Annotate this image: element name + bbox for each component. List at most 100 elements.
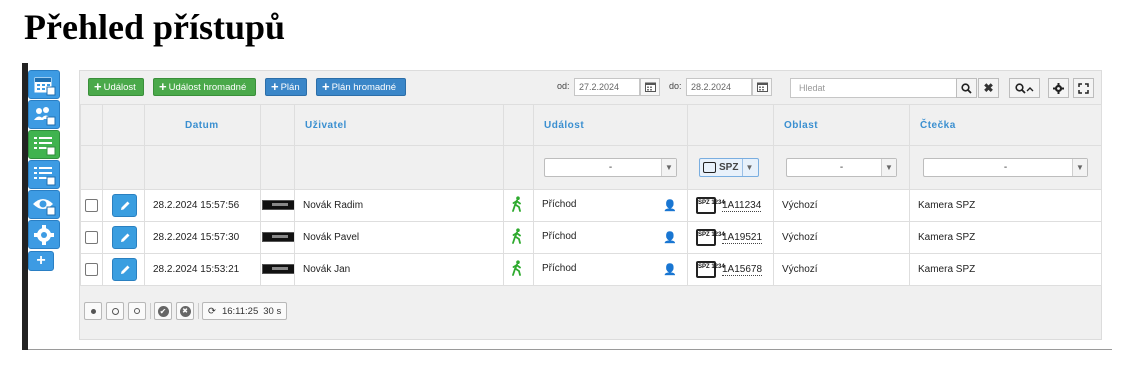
row-area: Výchozí [773,221,910,254]
clear-search-button[interactable]: ✖ [978,78,999,98]
page-size-large-button[interactable] [128,302,146,320]
access-table: Datum Uživatel Událost Oblast Čtečka - ▼ … [80,104,1102,286]
plate-filter-select[interactable]: SPZ ▼ [699,157,760,177]
advanced-search-button[interactable] [1009,78,1040,98]
row-checkbox[interactable] [85,231,98,244]
fullscreen-icon [1078,82,1089,94]
add-plan-button[interactable]: + Plán [265,78,307,96]
table-row[interactable]: 28.2.2024 15:57:56 Novák Radim Příchod 👤 SPZ… [80,189,1102,222]
settings-button[interactable] [1048,78,1069,98]
column-header-event[interactable]: Událost [533,104,688,146]
auto-refresh-button[interactable]: ⟳ 16:11:25 30 s [202,302,288,320]
pencil-icon [120,201,129,210]
plus-icon: + [94,79,102,94]
search-icon [961,82,972,94]
plate-icon: SPZ 1234 [696,229,725,246]
gear-icon [1053,82,1064,94]
sidebar-item-users[interactable] [28,100,60,129]
walking-person-icon [512,228,521,244]
row-datetime: 28.2.2024 15:53:21 [144,253,261,286]
page-title: Přehled přístupů [24,7,286,47]
table-filter-row: - ▼ SPZ ▼ - ▼ - ▼ [80,145,1102,190]
search-button[interactable] [956,78,977,98]
chevron-down-icon: ▼ [1072,159,1087,176]
add-event-button[interactable]: + Událost [88,78,144,96]
area-filter-select[interactable]: - ▼ [786,158,897,177]
row-reader: Kamera SPZ [909,221,1102,254]
person-icon: 👤 [663,200,677,212]
sidebar-item-settings[interactable] [28,220,60,249]
table-header-row: Datum Uživatel Událost Oblast Čtečka [80,104,1102,146]
plate-snapshot-image[interactable] [262,264,294,275]
page-size-medium-button[interactable] [106,302,124,320]
date-to-calendar-button[interactable] [752,78,772,96]
date-from-calendar-button[interactable] [640,78,660,96]
plate-icon: SPZ 1234 [696,261,725,278]
header-edit [102,104,145,146]
plus-icon: + [159,79,167,94]
column-header-user[interactable]: Uživatel [294,104,504,146]
row-event: Příchod [542,263,577,274]
select-all-button[interactable]: ✔ [154,302,172,320]
close-icon: ✖ [983,81,994,95]
page-size-small-button[interactable] [84,302,102,320]
search-input[interactable]: Hledat [790,78,957,98]
refresh-icon: ⟳ [208,305,216,317]
dot-filled-icon [90,308,96,314]
main-panel: + Událost + Událost hromadné + Plán + Plán h… [79,70,1102,340]
date-to-label: do: [669,81,682,91]
edit-button[interactable] [112,194,137,217]
sidebar-add-button[interactable]: + [28,251,54,271]
add-plan-bulk-button[interactable]: + Plán hromadné [316,78,406,96]
row-checkbox[interactable] [85,263,98,276]
sidebar-item-calendar[interactable] [28,70,60,99]
fullscreen-button[interactable] [1073,78,1094,98]
row-plate[interactable]: 1A15678 [722,264,763,276]
row-plate[interactable]: 1A19521 [722,232,763,244]
column-header-reader[interactable]: Čtečka [909,104,1102,146]
cancel-circle-icon: ✖ [179,305,191,317]
table-row[interactable]: 28.2.2024 15:57:30 Novák Pavel Příchod 👤 SPZ… [80,221,1102,254]
row-user: Novák Radim [294,189,504,222]
list-icon [34,136,56,155]
pencil-icon [120,233,129,242]
toolbar: + Událost + Událost hromadné + Plán + Plán h… [80,71,1101,104]
edit-button[interactable] [112,258,137,281]
plate-icon: SPZ 1234 [696,197,725,214]
sidebar-item-monitoring[interactable] [28,190,60,219]
deselect-all-button[interactable]: ✖ [176,302,194,320]
footer-separator [198,303,199,319]
refresh-interval: 30 s [263,305,282,317]
row-plate[interactable]: 1A11234 [722,200,762,212]
calendar-icon [644,82,656,92]
plate-snapshot-image[interactable] [262,200,294,211]
sidebar: + [28,70,62,271]
dot-outline-icon [111,307,119,315]
person-icon: 👤 [663,232,677,244]
sidebar-item-list-detail[interactable] [28,160,60,189]
event-filter-select[interactable]: - ▼ [544,158,677,177]
edit-button[interactable] [112,226,137,249]
date-from-label: od: [557,81,570,91]
reader-filter-select[interactable]: - ▼ [923,158,1088,177]
chevron-down-icon: ▼ [742,158,755,176]
add-event-bulk-button[interactable]: + Událost hromadné [153,78,256,96]
calendar-icon [756,82,768,92]
column-header-date[interactable]: Datum [144,104,261,146]
gear-icon [34,224,54,245]
sidebar-item-access-list[interactable] [28,130,60,159]
date-to-input[interactable]: 28.2.2024 [686,78,752,96]
calendar-icon [34,77,56,95]
list-detail-icon [34,166,56,185]
row-checkbox[interactable] [85,199,98,212]
row-user: Novák Jan [294,253,504,286]
row-reader: Kamera SPZ [909,253,1102,286]
column-header-area[interactable]: Oblast [773,104,910,146]
header-event-icon [503,104,534,146]
plus-icon: + [322,79,330,94]
date-from-input[interactable]: 27.2.2024 [574,78,640,96]
walking-person-icon [512,196,521,212]
table-row[interactable]: 28.2.2024 15:53:21 Novák Jan Příchod 👤 SPZ 1… [80,253,1102,286]
plate-snapshot-image[interactable] [262,232,294,243]
chevron-down-icon: ▼ [661,159,676,176]
